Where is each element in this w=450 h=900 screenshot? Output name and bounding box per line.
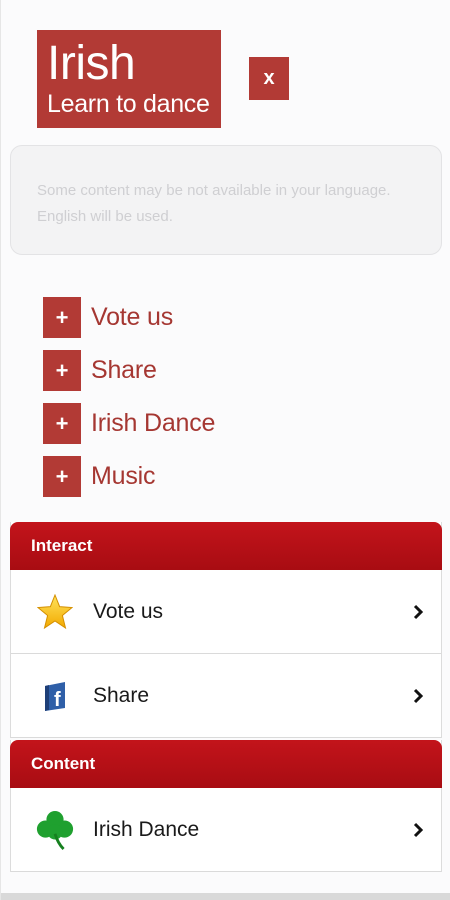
row-vote-us[interactable]: Vote us xyxy=(11,570,441,654)
row-share[interactable]: f Share xyxy=(11,654,441,738)
app-subtitle: Learn to dance xyxy=(47,90,210,118)
app-title: Irish xyxy=(47,37,136,90)
plus-icon: + xyxy=(43,350,81,391)
quick-links-list: + Vote us + Share + Irish Dance + Music xyxy=(43,296,215,508)
shamrock-icon xyxy=(35,810,75,850)
section-header-interact: Interact xyxy=(10,522,442,570)
quick-link-label: Irish Dance xyxy=(91,409,216,437)
chevron-right-icon xyxy=(413,604,424,619)
star-icon xyxy=(35,592,75,632)
chevron-right-icon xyxy=(413,688,424,703)
section-header-content: Content xyxy=(10,740,442,788)
row-label: Share xyxy=(93,683,150,707)
row-label: Irish Dance xyxy=(93,817,200,841)
quick-link-share[interactable]: + Share xyxy=(43,349,215,392)
plus-icon: + xyxy=(43,297,81,338)
facebook-icon: f xyxy=(35,676,75,716)
quick-link-music[interactable]: + Music xyxy=(43,455,215,498)
content-section: Content Irish Dance xyxy=(10,740,442,872)
plus-icon: + xyxy=(43,456,81,497)
quick-link-label: Vote us xyxy=(91,303,173,331)
app-header: Irish Learn to dance xyxy=(37,30,221,128)
row-label: Vote us xyxy=(93,599,164,623)
interact-section: Interact Vote us f Share xyxy=(10,522,442,738)
row-irish-dance[interactable]: Irish Dance xyxy=(11,788,441,872)
app-screen: Irish Learn to dance x Some content may … xyxy=(0,0,450,900)
quick-link-vote-us[interactable]: + Vote us xyxy=(43,296,215,339)
plus-icon: + xyxy=(43,403,81,444)
quick-link-label: Share xyxy=(91,356,157,384)
chevron-right-icon xyxy=(413,822,424,837)
language-notice: Some content may be not available in you… xyxy=(10,145,442,255)
close-button[interactable]: x xyxy=(249,57,289,100)
quick-link-irish-dance[interactable]: + Irish Dance xyxy=(43,402,215,445)
bottom-edge xyxy=(1,893,450,900)
quick-link-label: Music xyxy=(91,462,156,490)
svg-text:f: f xyxy=(54,689,61,711)
